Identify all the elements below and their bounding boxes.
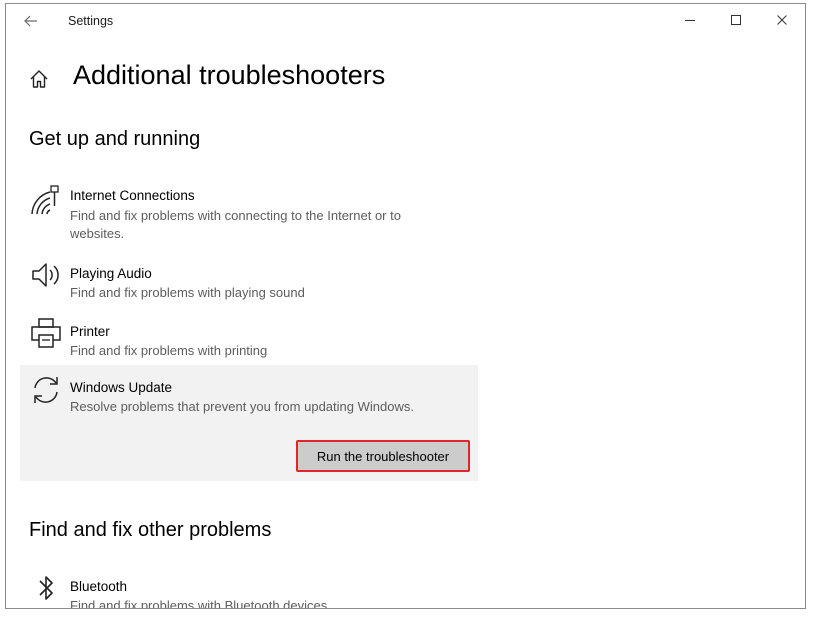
troubleshooter-name: Internet Connections [70,188,195,203]
speaker-icon [32,263,59,287]
troubleshooter-description: Find and fix problems with printing [70,343,268,358]
troubleshooter-playing-audio[interactable]: Playing Audio Find and fix problems with… [20,256,478,302]
maximize-button[interactable] [713,4,759,36]
section-heading-get-up-and-running: Get up and running [29,128,201,150]
sync-icon [34,377,58,403]
wifi-wrench-icon [31,185,59,215]
section-heading-find-and-fix-other-problems: Find and fix other problems [29,519,272,541]
troubleshooter-bluetooth[interactable]: Bluetooth Find and fix problems with Blu… [20,569,478,609]
run-troubleshooter-button[interactable]: Run the troubleshooter [296,440,470,472]
close-icon [777,15,787,25]
home-icon [30,70,48,88]
printer-icon [31,318,61,348]
home-button[interactable] [28,68,50,90]
settings-window: Settings Additional troubleshooters Get … [5,3,806,609]
minimize-button[interactable] [667,4,713,36]
back-button[interactable] [20,11,42,31]
minimize-icon [685,20,695,21]
troubleshooter-internet-connections[interactable]: Internet Connections Find and fix proble… [20,178,478,242]
window-title: Settings [68,14,114,28]
troubleshooter-name: Playing Audio [70,266,152,281]
troubleshooter-name: Printer [70,324,110,339]
page-title: Additional troubleshooters [73,60,386,90]
troubleshooter-description: Resolve problems that prevent you from u… [70,399,414,414]
bluetooth-icon [39,576,53,600]
troubleshooter-printer[interactable]: Printer Find and fix problems with print… [20,314,478,360]
troubleshooter-description: Find and fix problems with Bluetooth dev… [70,598,328,609]
title-bar: Settings [6,4,805,38]
troubleshooter-name: Windows Update [70,380,173,395]
maximize-icon [731,15,741,25]
troubleshooter-description: Find and fix problems with playing sound [70,285,305,300]
close-button[interactable] [759,4,805,36]
troubleshooter-name: Bluetooth [70,579,128,594]
back-arrow-icon [24,15,37,27]
troubleshooter-description: Find and fix problems with connecting to… [70,208,401,241]
troubleshooter-windows-update[interactable]: Windows Update Resolve problems that pre… [20,365,478,481]
